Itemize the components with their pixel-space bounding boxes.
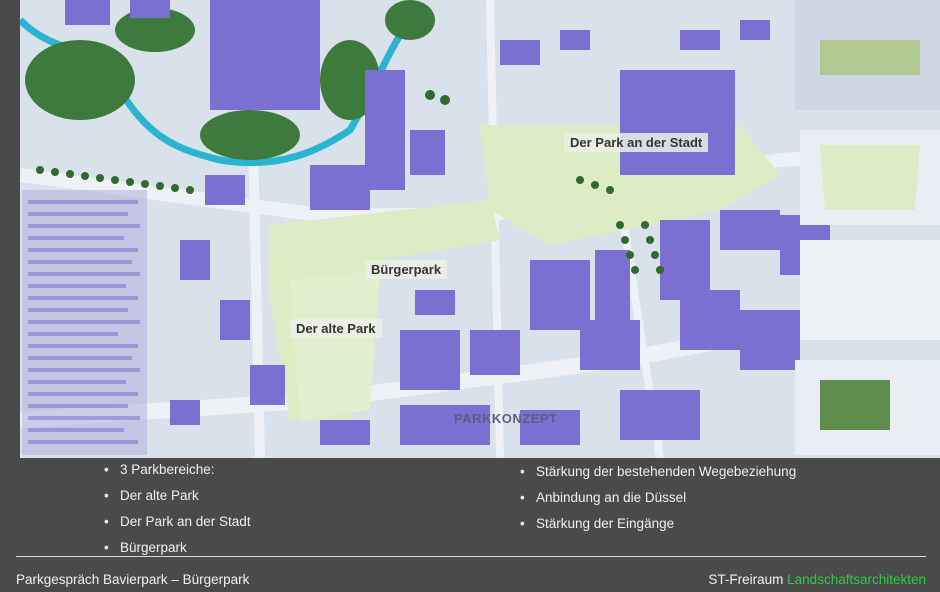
alter-park-area — [290, 270, 380, 420]
bullet-item: Stärkung der bestehenden Wegebeziehung — [518, 461, 796, 487]
footer-company: ST-Freiraum Landschaftsarchitekten — [708, 572, 926, 587]
label-der-alte-park: Der alte Park — [290, 319, 382, 338]
bullet-item: Bürgerpark — [102, 537, 251, 563]
footer-divider — [16, 556, 926, 557]
bullet-list-left: 3 Parkbereiche: Der alte Park Der Park a… — [102, 459, 251, 563]
legend-text-lines — [28, 200, 140, 444]
bullet-list-right: Stärkung der bestehenden Wegebeziehung A… — [518, 461, 796, 539]
bullet-item: Anbindung an die Düssel — [518, 487, 796, 513]
label-park-an-der-stadt: Der Park an der Stadt — [564, 133, 709, 152]
label-buergerpark: Bürgerpark — [365, 260, 448, 279]
map-drawing — [20, 0, 940, 458]
footer-title: Parkgespräch Bavierpark – Bürgerpark — [16, 572, 250, 587]
park-concept-map: Der Park an der Stadt Bürgerpark Der alt… — [20, 0, 940, 458]
bullet-item: 3 Parkbereiche: — [102, 459, 251, 485]
detail-panel-trees — [800, 240, 940, 340]
plan-title: PARKKONZEPT — [454, 411, 558, 426]
footer-company-name: ST-Freiraum — [708, 572, 788, 587]
footer-company-accent: Landschaftsarchitekten — [787, 572, 926, 587]
bullet-item: Stärkung der Eingänge — [518, 513, 796, 539]
bullet-item: Der Park an der Stadt — [102, 511, 251, 537]
bullet-item: Der alte Park — [102, 485, 251, 511]
